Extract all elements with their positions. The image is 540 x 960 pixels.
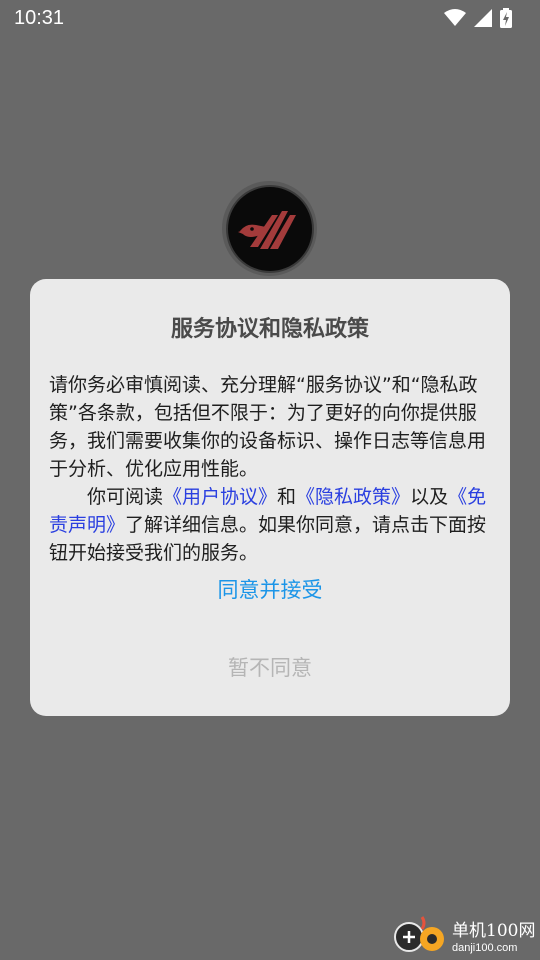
status-icons [444,8,512,28]
battery-charging-icon [500,8,512,28]
watermark-text: 单机100网 danji100.com [452,921,535,955]
user-agreement-link[interactable]: 《用户协议》 [163,486,277,508]
status-time: 10:31 [14,6,65,29]
bird-logo-icon [225,184,314,273]
decline-button[interactable]: 暂不同意 [30,647,510,687]
privacy-dialog: 服务协议和隐私政策 请你务必审慎阅读、充分理解“服务协议”和“隐私政策”各条款，… [30,279,510,716]
app-logo [222,181,317,276]
watermark-title: 单机100网 [452,920,536,941]
wifi-icon [444,9,466,27]
accept-button[interactable]: 同意并接受 [30,569,510,609]
watermark: 单机100网 danji100.com [392,915,540,960]
privacy-policy-link[interactable]: 《隐私政策》 [296,486,410,508]
dialog-paragraph-2: 你可阅读《用户协议》和《隐私政策》以及《免责声明》了解详细信息。如果你同意，请点… [49,483,497,567]
watermark-logo-icon [392,913,448,960]
signal-icon [474,9,492,27]
dialog-body: 请你务必审慎阅读、充分理解“服务协议”和“隐私政策”各条款，包括但不限于：为了更… [49,371,497,567]
watermark-url: danji100.com [452,941,518,954]
paragraph-2-lead: 你可阅读 [87,486,164,508]
paragraph-2-and: 和 [277,486,297,508]
paragraph-2-also: 以及 [410,486,449,508]
status-bar: 10:31 [0,0,540,36]
dialog-title: 服务协议和隐私政策 [170,317,369,342]
dialog-paragraph-1: 请你务必审慎阅读、充分理解“服务协议”和“隐私政策”各条款，包括但不限于：为了更… [49,374,487,480]
